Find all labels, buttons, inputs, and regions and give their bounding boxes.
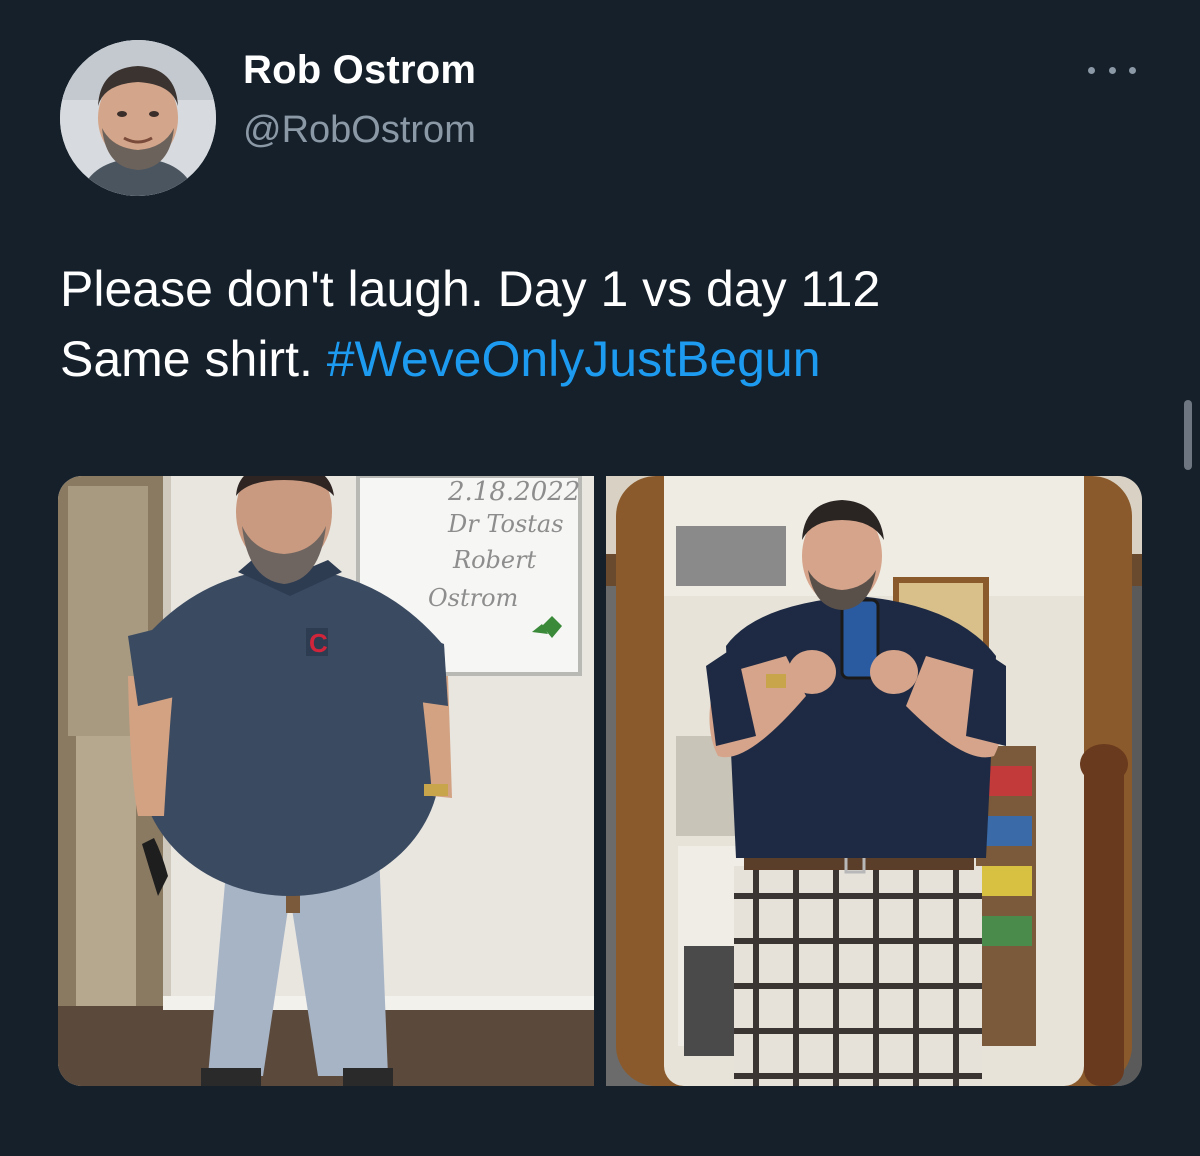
more-horizontal-icon-dot bbox=[1108, 66, 1116, 74]
user-handle[interactable]: @RobOstrom bbox=[243, 104, 476, 156]
tweet-text-line-2: Same shirt. #WeveOnlyJustBegun bbox=[60, 324, 1140, 394]
whiteboard-line: Ostrom bbox=[428, 584, 518, 612]
tweet-text: Please don't laugh. Day 1 vs day 112 Sam… bbox=[60, 254, 1140, 394]
whiteboard-line: 2.18.2022 bbox=[447, 477, 580, 507]
whiteboard-line: Robert bbox=[452, 546, 537, 574]
tweet-text-prefix: Same shirt. bbox=[60, 331, 327, 387]
more-options-button[interactable] bbox=[1088, 56, 1136, 84]
photo-day-1[interactable]: 2.18.2022 Dr Tostas Robert Ostrom C bbox=[58, 476, 594, 1086]
scrollbar[interactable] bbox=[1184, 400, 1192, 470]
photo-day-112-image bbox=[606, 476, 1142, 1086]
media-grid: 2.18.2022 Dr Tostas Robert Ostrom C bbox=[58, 476, 1142, 1086]
tweet-text-line-1: Please don't laugh. Day 1 vs day 112 bbox=[60, 261, 881, 317]
author-info: Rob Ostrom @RobOstrom bbox=[243, 44, 476, 156]
more-horizontal-icon bbox=[1088, 66, 1095, 74]
hashtag-link[interactable]: #WeveOnlyJustBegun bbox=[327, 331, 821, 387]
avatar[interactable] bbox=[60, 40, 216, 196]
more-horizontal-icon-dot bbox=[1129, 66, 1136, 74]
photo-day-1-image: 2.18.2022 Dr Tostas Robert Ostrom C bbox=[58, 476, 594, 1086]
shirt-logo: C bbox=[309, 628, 328, 658]
avatar-photo bbox=[60, 40, 216, 196]
tweet-card: Rob Ostrom @RobOstrom Please don't laugh… bbox=[0, 0, 1200, 1156]
display-name[interactable]: Rob Ostrom bbox=[243, 44, 476, 96]
whiteboard-line: Dr Tostas bbox=[447, 510, 564, 538]
photo-day-112[interactable] bbox=[606, 476, 1142, 1086]
